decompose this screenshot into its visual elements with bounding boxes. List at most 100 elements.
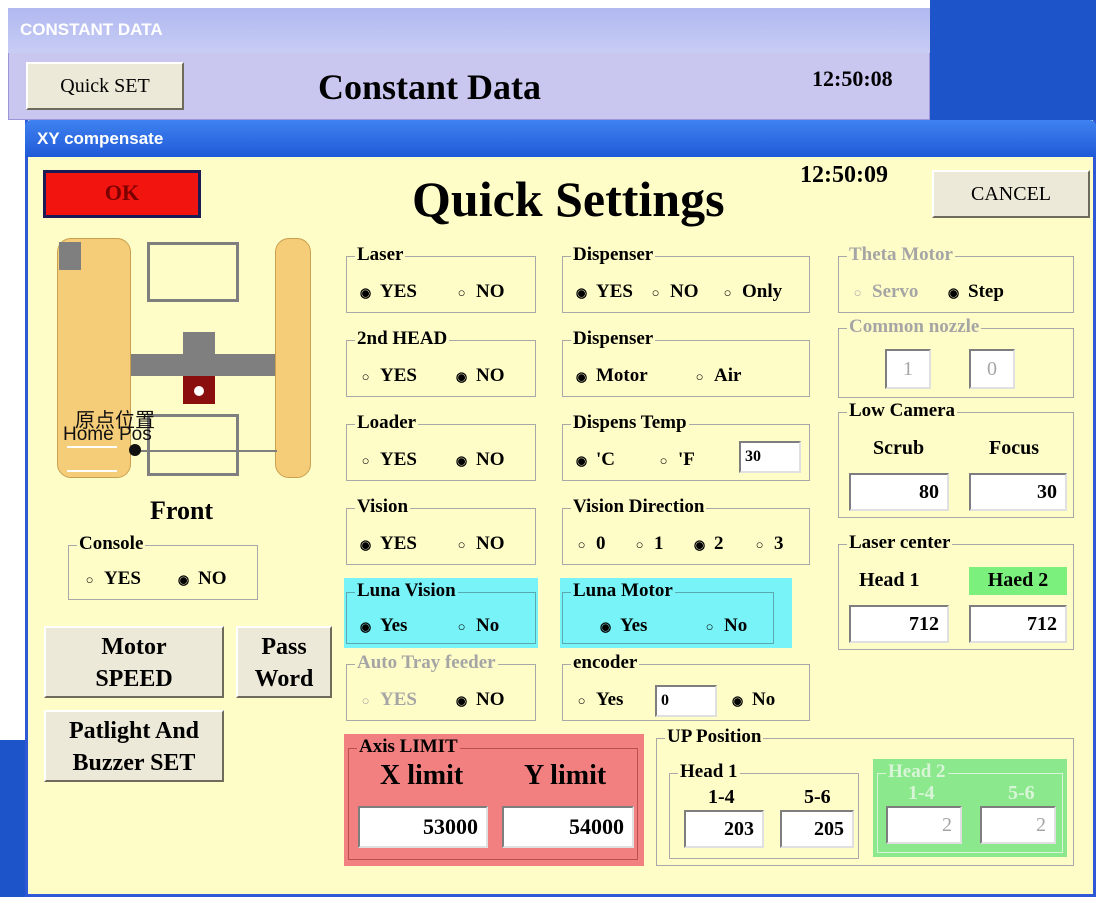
up-head2-panel: Head 2 1-4 5-6 2 2 xyxy=(873,759,1067,857)
scrub-input[interactable]: 80 xyxy=(849,473,949,511)
auto-tray-no-radio[interactable]: ◉ NO xyxy=(455,689,505,711)
luna-vision-yes-radio[interactable]: ◉ Yes xyxy=(359,615,408,637)
common-nozzle-field-2[interactable]: 0 xyxy=(969,349,1015,389)
x-limit-input[interactable]: 53000 xyxy=(358,806,488,848)
constant-data-heading: Constant Data xyxy=(318,67,542,107)
dispenser-yes-radio[interactable]: ◉ YES xyxy=(575,281,633,303)
dispenser-no-radio[interactable]: ○ NO xyxy=(649,281,699,303)
focus-label: Focus xyxy=(989,437,1039,459)
motor-speed-button[interactable]: Motor SPEED xyxy=(44,626,224,698)
radio-on-icon: ◉ xyxy=(455,452,468,468)
up-head2-b-label: 5-6 xyxy=(1008,782,1035,804)
luna-motor-no-radio[interactable]: ○ No xyxy=(703,615,748,637)
theta-motor-group: Theta Motor ○ Servo ◉ Step xyxy=(838,244,1074,313)
laser-head1-label: Head 1 xyxy=(859,569,920,591)
scrub-label: Scrub xyxy=(873,437,925,459)
radio-on-icon: ◉ xyxy=(575,284,588,300)
common-nozzle-field-1[interactable]: 1 xyxy=(885,349,931,389)
up-head1-a-label: 1-4 xyxy=(708,786,735,808)
radio-off-icon: ○ xyxy=(659,452,668,468)
up-head2-a-label: 1-4 xyxy=(908,782,935,804)
right-rail xyxy=(275,238,311,478)
dispenser-motor-radio[interactable]: ◉ Motor xyxy=(575,365,648,387)
theta-servo-radio[interactable]: ○ Servo xyxy=(851,281,919,303)
radio-on-icon: ◉ xyxy=(731,692,744,708)
laser-no-radio[interactable]: ○ NO xyxy=(455,281,505,303)
vision-group: Vision ◉ YES ○ NO xyxy=(346,496,536,565)
console-title: Console xyxy=(77,533,146,555)
temp-celsius-radio[interactable]: ◉ 'C xyxy=(575,449,615,471)
dispens-temp-input[interactable]: 30 xyxy=(739,441,801,473)
dialog-clock: 12:50:09 xyxy=(800,162,888,188)
y-limit-input[interactable]: 54000 xyxy=(502,806,634,848)
work-area-outline xyxy=(147,414,239,476)
patlight-buzzer-button[interactable]: Patlight And Buzzer SET xyxy=(44,710,224,782)
temp-fahrenheit-radio[interactable]: ○ 'F xyxy=(657,449,695,471)
home-pos-label: Home Pos xyxy=(63,424,152,445)
encoder-no-radio[interactable]: ◉ No xyxy=(731,689,775,711)
dialog-titlebar: XY compensate xyxy=(25,120,1096,157)
radio-off-icon: ○ xyxy=(361,368,370,384)
radio-on-icon: ◉ xyxy=(359,284,372,300)
luna-vision-no-radio[interactable]: ○ No xyxy=(455,615,500,637)
dispenser-only-radio[interactable]: ○ Only xyxy=(721,281,783,303)
vision-no-radio[interactable]: ○ NO xyxy=(455,533,505,555)
laser-yes-radio[interactable]: ◉ YES xyxy=(359,281,417,303)
up-head2-a-input[interactable]: 2 xyxy=(886,806,962,844)
front-label: Front xyxy=(150,496,214,525)
up-head1-b-input[interactable]: 205 xyxy=(780,810,854,848)
theta-step-radio[interactable]: ◉ Step xyxy=(947,281,1004,303)
loader-title: Loader xyxy=(355,412,419,434)
laser-head1-input[interactable]: 712 xyxy=(849,605,949,643)
radio-on-icon: ◉ xyxy=(455,692,468,708)
luna-motor-yes-radio[interactable]: ◉ Yes xyxy=(599,615,648,637)
radio-on-icon: ◉ xyxy=(599,618,612,634)
radio-off-icon: ○ xyxy=(651,284,660,300)
dispenser-air-radio[interactable]: ○ Air xyxy=(693,365,742,387)
radio-off-icon: ○ xyxy=(361,692,370,708)
luna-vision-group: Luna Vision ◉ Yes ○ No xyxy=(346,580,536,644)
vision-direction-2-radio[interactable]: ◉ 2 xyxy=(693,533,724,555)
auto-tray-yes-radio[interactable]: ○ YES xyxy=(359,689,417,711)
radio-off-icon: ○ xyxy=(361,452,370,468)
up-head2-b-input[interactable]: 2 xyxy=(980,806,1056,844)
luna-vision-panel: Luna Vision ◉ Yes ○ No xyxy=(344,578,538,648)
common-nozzle-group: Common nozzle 1 0 xyxy=(838,316,1074,398)
vision-direction-1-radio[interactable]: ○ 1 xyxy=(633,533,664,555)
vision-direction-3-radio[interactable]: ○ 3 xyxy=(753,533,784,555)
encoder-input[interactable]: 0 xyxy=(655,685,717,717)
luna-motor-group: Luna Motor ◉ Yes ○ No xyxy=(562,580,774,644)
radio-off-icon: ○ xyxy=(755,536,764,552)
console-yes-radio[interactable]: ○ YES xyxy=(83,568,141,590)
dispens-temp-title: Dispens Temp xyxy=(571,412,689,434)
auto-tray-feeder-title: Auto Tray feeder xyxy=(355,652,498,674)
encoder-yes-radio[interactable]: ○ Yes xyxy=(575,689,624,711)
head-mount xyxy=(183,332,215,356)
dispenser-title: Dispenser xyxy=(571,244,656,266)
password-button[interactable]: Pass Word xyxy=(236,626,332,698)
console-no-radio[interactable]: ◉ NO xyxy=(177,568,227,590)
vision-yes-radio[interactable]: ◉ YES xyxy=(359,533,417,555)
laser-title: Laser xyxy=(355,244,406,266)
second-head-yes-radio[interactable]: ○ YES xyxy=(359,365,417,387)
guide-line xyxy=(133,450,277,452)
page-title: Quick Settings xyxy=(412,171,725,227)
loader-yes-radio[interactable]: ○ YES xyxy=(359,449,417,471)
focus-input[interactable]: 30 xyxy=(969,473,1067,511)
head-icon xyxy=(183,376,215,404)
up-head1-group: Head 1 1-4 5-6 203 205 xyxy=(669,761,859,859)
up-head2-group: Head 2 1-4 5-6 2 2 xyxy=(877,761,1063,853)
vision-direction-0-radio[interactable]: ○ 0 xyxy=(575,533,606,555)
quick-set-button[interactable]: Quick SET xyxy=(26,62,184,110)
y-limit-label: Y limit xyxy=(524,760,607,791)
radio-off-icon: ○ xyxy=(723,284,732,300)
cancel-button[interactable]: CANCEL xyxy=(932,170,1090,218)
loader-no-radio[interactable]: ◉ NO xyxy=(455,449,505,471)
dispenser-type-title: Dispenser xyxy=(571,328,656,350)
up-head1-a-input[interactable]: 203 xyxy=(684,810,764,848)
laser-head2-label: Haed 2 xyxy=(969,567,1067,595)
ok-button[interactable]: OK xyxy=(43,170,201,218)
laser-head2-input[interactable]: 712 xyxy=(969,605,1067,643)
radio-off-icon: ○ xyxy=(457,284,466,300)
second-head-no-radio[interactable]: ◉ NO xyxy=(455,365,505,387)
